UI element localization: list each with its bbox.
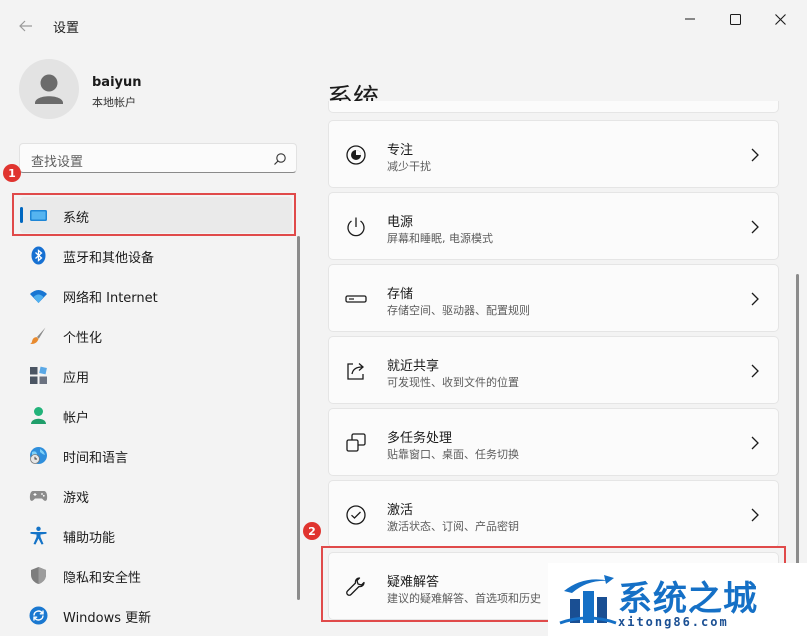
gamepad-icon [29, 491, 48, 501]
power-icon [347, 217, 365, 237]
card-focus[interactable]: 专注 减少干扰 [328, 120, 779, 188]
chevron-right-icon [751, 292, 759, 306]
card-title: 就近共享 [387, 359, 440, 374]
brush-icon [30, 327, 46, 345]
card-multitasking[interactable]: 多任务处理 贴靠窗口、桌面、任务切换 [328, 408, 779, 476]
minimize-icon [685, 18, 695, 20]
card-description: 贴靠窗口、桌面、任务切换 [387, 448, 519, 461]
step-badge-1: 1 [3, 164, 21, 182]
sidebar-item-accessibility[interactable]: 辅助功能 [20, 517, 292, 553]
sidebar-item-label: 应用 [63, 371, 90, 386]
card-description: 可发现性、收到文件的位置 [387, 376, 519, 389]
search-input[interactable]: 查找设置 [31, 151, 83, 170]
share-icon [347, 363, 364, 380]
watermark-url: xitong86.com [618, 615, 729, 629]
focus-icon [346, 145, 366, 165]
sidebar-item-personalization[interactable]: 个性化 [20, 317, 292, 353]
window-title: 设置 [53, 21, 80, 36]
sidebar-item-label: 隐私和安全性 [63, 571, 142, 586]
highlight-box-system [12, 193, 296, 236]
update-icon [29, 606, 48, 625]
card-activation[interactable]: 激活 激活状态、订阅、产品密钥 [328, 480, 779, 548]
maximize-icon [729, 13, 741, 25]
title-bar: 设置 [0, 0, 807, 50]
previous-card-edge [328, 101, 779, 113]
minimize-button[interactable] [672, 8, 708, 30]
sidebar-item-label: 辅助功能 [63, 531, 116, 546]
search-icon[interactable] [273, 152, 287, 166]
activation-icon [346, 505, 366, 525]
account-icon [31, 407, 46, 424]
step-badge-2: 2 [303, 522, 321, 540]
card-description: 减少干扰 [387, 160, 431, 173]
watermark-title: 系统之城 [618, 579, 758, 619]
card-title: 电源 [387, 215, 414, 230]
sidebar-item-windows-update[interactable]: Windows 更新 [20, 597, 292, 633]
close-icon [774, 13, 786, 25]
card-power[interactable]: 电源 屏幕和睡眠, 电源模式 [328, 192, 779, 260]
card-description: 屏幕和睡眠, 电源模式 [387, 232, 493, 245]
avatar[interactable] [19, 59, 79, 119]
search-box[interactable]: 查找设置 [19, 143, 297, 173]
sidebar-item-label: 个性化 [63, 331, 103, 346]
back-arrow-icon [19, 20, 32, 32]
close-button[interactable] [762, 8, 798, 30]
sidebar-scrollbar[interactable] [297, 236, 300, 600]
card-nearby-sharing[interactable]: 就近共享 可发现性、收到文件的位置 [328, 336, 779, 404]
card-title: 存储 [387, 287, 414, 302]
chevron-right-icon [751, 364, 759, 378]
apps-icon [30, 366, 47, 384]
chevron-right-icon [751, 220, 759, 234]
card-title: 专注 [387, 143, 414, 158]
sidebar-item-label: 网络和 Internet [63, 291, 158, 306]
sidebar-item-accounts[interactable]: 帐户 [20, 397, 292, 433]
accessibility-icon [30, 526, 47, 545]
card-title: 激活 [387, 503, 414, 518]
sidebar-item-label: 帐户 [63, 411, 90, 426]
main-scrollbar[interactable] [796, 274, 799, 594]
bluetooth-icon [31, 246, 46, 265]
watermark-logo-icon [559, 575, 617, 625]
sidebar-item-apps[interactable]: 应用 [20, 357, 292, 393]
sidebar-item-time-language[interactable]: 时间和语言 [20, 437, 292, 473]
sidebar-item-label: 游戏 [63, 491, 90, 506]
sidebar-item-label: 蓝牙和其他设备 [63, 251, 155, 266]
account-type: 本地帐户 [92, 96, 136, 109]
chevron-right-icon [751, 436, 759, 450]
watermark: 系统之城 xitong86.com [548, 563, 807, 636]
maximize-button[interactable] [717, 8, 753, 30]
chevron-right-icon [751, 148, 759, 162]
wifi-icon [30, 290, 47, 303]
storage-icon [345, 295, 367, 303]
card-description: 激活状态、订阅、产品密钥 [387, 520, 519, 533]
globe-clock-icon [30, 447, 47, 464]
chevron-right-icon [751, 508, 759, 522]
card-title: 多任务处理 [387, 431, 453, 446]
card-storage[interactable]: 存储 存储空间、驱动器、配置规则 [328, 264, 779, 332]
sidebar-item-bluetooth[interactable]: 蓝牙和其他设备 [20, 237, 292, 273]
multitask-icon [346, 433, 366, 452]
shield-icon [31, 567, 46, 584]
sidebar-item-privacy[interactable]: 隐私和安全性 [20, 557, 292, 593]
card-description: 存储空间、驱动器、配置规则 [387, 304, 530, 317]
sidebar-item-label: Windows 更新 [63, 611, 152, 626]
user-avatar-icon [35, 74, 63, 104]
user-name: baiyun [92, 75, 142, 90]
sidebar-item-network[interactable]: 网络和 Internet [20, 277, 292, 313]
back-button[interactable] [12, 14, 40, 38]
sidebar-item-label: 时间和语言 [63, 451, 129, 466]
sidebar-item-gaming[interactable]: 游戏 [20, 477, 292, 513]
